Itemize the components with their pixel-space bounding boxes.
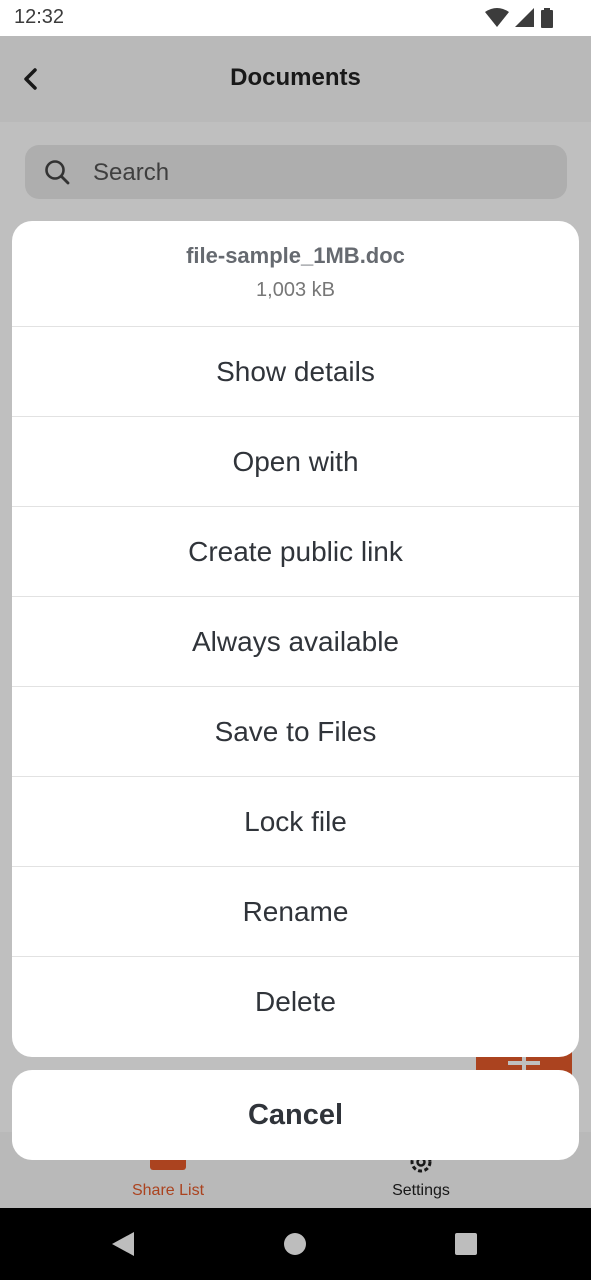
screen: 12:32 Documents Search Share List Settin… <box>0 0 591 1280</box>
battery-icon <box>541 8 553 28</box>
save-to-files-button[interactable]: Save to Files <box>12 687 579 777</box>
status-bar: 12:32 <box>0 0 591 36</box>
cancel-button[interactable]: Cancel <box>12 1070 579 1160</box>
status-icons <box>485 8 553 28</box>
always-available-button[interactable]: Always available <box>12 597 579 687</box>
open-with-button[interactable]: Open with <box>12 417 579 507</box>
action-sheet-header: file-sample_1MB.doc 1,003 kB <box>12 221 579 327</box>
system-nav-bar <box>0 1208 591 1280</box>
action-sheet: file-sample_1MB.doc 1,003 kB Show detail… <box>12 221 579 1057</box>
delete-button[interactable]: Delete <box>12 957 579 1047</box>
back-triangle-icon[interactable] <box>110 1230 136 1258</box>
file-size: 1,003 kB <box>256 279 335 301</box>
wifi-icon <box>485 8 509 27</box>
recents-square-icon[interactable] <box>453 1230 479 1258</box>
signal-icon <box>515 8 534 27</box>
home-circle-icon[interactable] <box>282 1230 308 1258</box>
show-details-button[interactable]: Show details <box>12 327 579 417</box>
status-time: 12:32 <box>14 6 65 28</box>
rename-button[interactable]: Rename <box>12 867 579 957</box>
lock-file-button[interactable]: Lock file <box>12 777 579 867</box>
create-public-link-button[interactable]: Create public link <box>12 507 579 597</box>
file-name: file-sample_1MB.doc <box>186 243 405 268</box>
